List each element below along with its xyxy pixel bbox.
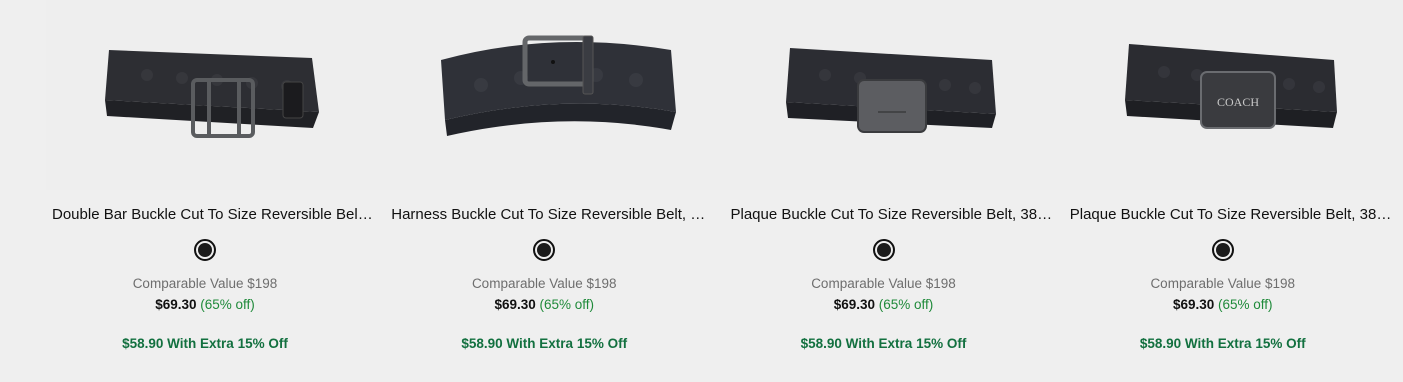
- belt-image: [440, 35, 676, 136]
- comparable-value: Comparable Value $198: [1150, 276, 1296, 291]
- price-line: $69.30 (65% off): [1064, 297, 1382, 312]
- comparable-value: Comparable Value $198: [471, 276, 617, 291]
- discount-percent: (65% off): [878, 297, 934, 312]
- sale-price: $69.30: [1172, 297, 1215, 312]
- belt-logo-text: COACH: [1217, 95, 1259, 109]
- comparable-value: Comparable Value $198: [811, 276, 956, 291]
- extra-offer: $58.90 With Extra 15% Off: [461, 336, 628, 351]
- color-swatch[interactable]: [1211, 239, 1234, 261]
- discount-percent: (65% off): [1218, 297, 1273, 312]
- product-card[interactable]: COACH Plaque Buckle Cut To Size Reversib…: [1063, 0, 1403, 382]
- price-line: $69.30 (65% off): [725, 297, 1043, 312]
- product-card[interactable]: Harness Buckle Cut To Size Reversible Be…: [385, 0, 727, 382]
- sale-price: $69.30: [494, 297, 536, 312]
- product-grid: Double Bar Buckle Cut To Size Reversible…: [0, 0, 1403, 382]
- belt-image: [104, 50, 319, 138]
- comparable-value: Comparable Value $198: [132, 276, 278, 291]
- swatch-color-dot: [1215, 243, 1230, 257]
- belt-image: [786, 48, 996, 133]
- color-swatch[interactable]: [872, 239, 895, 261]
- product-title[interactable]: Plaque Buckle Cut To Size Reversible Bel…: [731, 206, 1053, 223]
- swatch-color-dot: [537, 243, 552, 257]
- product-title[interactable]: Plaque Buckle Cut To Size Reversible Bel…: [1070, 206, 1392, 223]
- product-image[interactable]: [724, 0, 1066, 190]
- product-card[interactable]: Double Bar Buckle Cut To Size Reversible…: [46, 0, 387, 382]
- discount-percent: (65% off): [200, 297, 255, 312]
- color-swatch[interactable]: [533, 239, 556, 261]
- price-line: $69.30 (65% off): [46, 297, 364, 312]
- price-line: $69.30 (65% off): [385, 297, 703, 312]
- swatch-color-dot: [198, 243, 212, 257]
- product-image[interactable]: [46, 0, 387, 190]
- product-title[interactable]: Harness Buckle Cut To Size Reversible Be…: [391, 206, 713, 223]
- sale-price: $69.30: [833, 297, 875, 312]
- extra-offer: $58.90 With Extra 15% Off: [122, 336, 288, 351]
- product-image[interactable]: COACH: [1063, 0, 1403, 190]
- product-image[interactable]: [385, 0, 727, 190]
- discount-percent: (65% off): [539, 297, 595, 312]
- extra-offer: $58.90 With Extra 15% Off: [1139, 336, 1306, 351]
- extra-offer: $58.90 With Extra 15% Off: [800, 336, 967, 351]
- sale-price: $69.30: [155, 297, 197, 312]
- product-card[interactable]: Plaque Buckle Cut To Size Reversible Bel…: [724, 0, 1066, 382]
- belt-image: COACH: [1125, 44, 1338, 129]
- product-title[interactable]: Double Bar Buckle Cut To Size Reversible…: [52, 206, 374, 223]
- color-swatch[interactable]: [194, 239, 216, 261]
- swatch-color-dot: [876, 243, 891, 257]
